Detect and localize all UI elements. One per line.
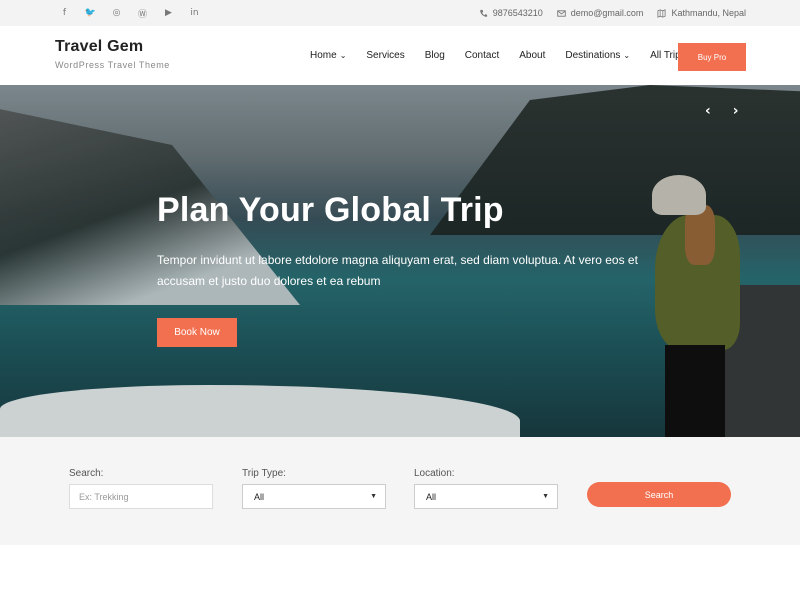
email-address: demo@gmail.com	[570, 8, 644, 18]
trip-type-value: All	[254, 491, 265, 502]
nav-item-blog[interactable]: Blog	[425, 50, 445, 61]
search-input[interactable]: Ex: Trekking	[69, 484, 213, 509]
nav-label: Services	[366, 50, 405, 61]
buy-pro-button[interactable]: Buy Pro	[678, 43, 746, 71]
search-label: Search:	[69, 468, 104, 479]
location-item: Kathmandu, Nepal	[657, 8, 746, 18]
slider-arrows: ‹ ›	[705, 103, 739, 119]
site-tagline: WordPress Travel Theme	[55, 60, 170, 70]
trip-type-select[interactable]: All ▼	[242, 484, 386, 509]
search-field-group: Search: Ex: Trekking	[69, 468, 213, 509]
location-text: Kathmandu, Nepal	[671, 8, 746, 18]
nav-item-contact[interactable]: Contact	[465, 50, 499, 61]
location-select[interactable]: All ▼	[414, 484, 558, 509]
facebook-icon[interactable]: f	[58, 7, 71, 20]
contact-info: 9876543210 demo@gmail.com Kathmandu, Nep…	[479, 0, 746, 26]
wordpress-icon[interactable]: Ⓦ	[136, 7, 149, 20]
hero-description: Tempor invidunt ut labore etdolore magna…	[157, 253, 638, 288]
location-field-group: Location: All ▼	[414, 468, 558, 509]
email-item[interactable]: demo@gmail.com	[557, 8, 644, 18]
chevron-down-icon: ▼	[370, 493, 377, 500]
phone-icon	[479, 9, 487, 17]
site-branding[interactable]: Travel Gem WordPress Travel Theme	[55, 38, 170, 70]
phone-item[interactable]: 9876543210	[479, 8, 543, 18]
nav-item-about[interactable]: About	[519, 50, 545, 61]
nav-item-destinations[interactable]: Destinations ⌄	[565, 50, 630, 61]
prev-arrow-icon[interactable]: ‹	[705, 103, 711, 119]
chevron-down-icon: ⌄	[623, 51, 631, 60]
chevron-down-icon: ▼	[542, 493, 549, 500]
main-navigation: Home ⌄ Services Blog Contact About Desti…	[310, 26, 706, 85]
nav-label: Home	[310, 50, 337, 61]
trip-search-section: Search: Ex: Trekking Trip Type: All ▼ Lo…	[0, 437, 800, 545]
nav-label: Destinations	[565, 50, 621, 61]
phone-number: 9876543210	[492, 8, 543, 18]
next-arrow-icon[interactable]: ›	[733, 103, 739, 119]
chevron-down-icon: ⌄	[339, 51, 347, 60]
search-button[interactable]: Search	[587, 482, 731, 507]
top-bar: f 🐦 ◎ Ⓦ ▶ in 9876543210 demo@gmail.com K…	[0, 0, 800, 26]
site-title[interactable]: Travel Gem	[55, 38, 170, 56]
youtube-icon[interactable]: ▶	[162, 7, 175, 20]
social-links: f 🐦 ◎ Ⓦ ▶ in	[58, 0, 201, 26]
map-icon	[657, 8, 666, 18]
nav-item-home[interactable]: Home ⌄	[310, 50, 346, 61]
site-header: Travel Gem WordPress Travel Theme Home ⌄…	[0, 26, 800, 85]
trip-type-label: Trip Type:	[242, 468, 286, 479]
linkedin-icon[interactable]: in	[188, 7, 201, 20]
book-now-button[interactable]: Book Now	[157, 318, 237, 347]
instagram-icon[interactable]: ◎	[110, 7, 123, 20]
location-label: Location:	[414, 468, 455, 479]
trip-type-field-group: Trip Type: All ▼	[242, 468, 386, 509]
nav-label: Contact	[464, 50, 500, 61]
nav-label: About	[519, 50, 546, 61]
nav-item-services[interactable]: Services	[366, 50, 404, 61]
hero-title: Plan Your Global Trip	[157, 191, 504, 229]
location-value: All	[426, 491, 437, 502]
envelope-icon	[557, 9, 566, 17]
nav-label: Blog	[424, 50, 445, 61]
twitter-icon[interactable]: 🐦	[84, 7, 97, 20]
